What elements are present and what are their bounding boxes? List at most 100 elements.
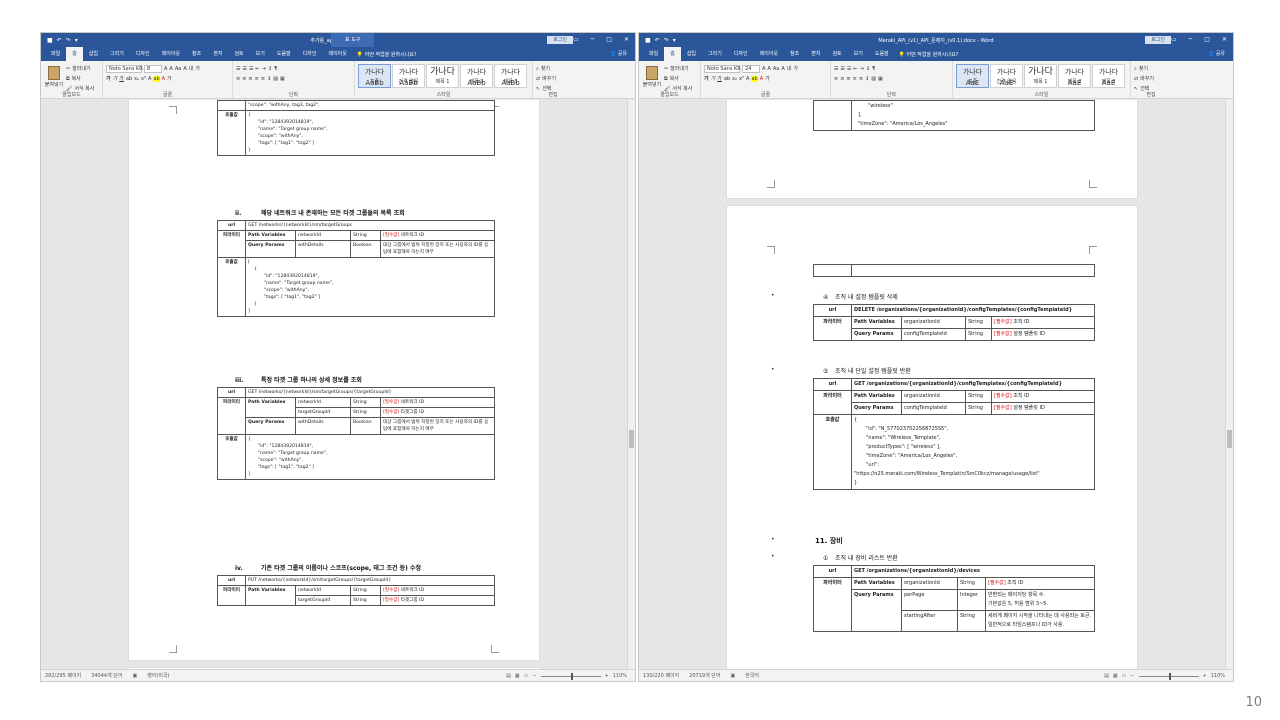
read-mode-icon[interactable]: ▤ <box>1104 670 1109 681</box>
sort-icon[interactable]: ↕ <box>866 66 870 72</box>
print-layout-icon[interactable]: ▦ <box>1113 670 1118 681</box>
strikethrough-icon[interactable]: ab <box>126 76 132 82</box>
maximize-icon[interactable]: □ <box>1204 33 1210 47</box>
shading-icon[interactable]: ▨ <box>871 76 876 82</box>
align-right-icon[interactable]: ≡ <box>846 76 850 82</box>
read-mode-icon[interactable]: ▤ <box>506 670 511 681</box>
minimize-icon[interactable]: ─ <box>591 33 595 47</box>
strikethrough-icon[interactable]: ab <box>724 76 730 82</box>
login-button[interactable]: 로그인 <box>547 36 573 44</box>
find-button[interactable]: 찾기 <box>541 65 550 72</box>
line-spacing-icon[interactable]: ↕ <box>267 76 271 82</box>
minimize-icon[interactable]: ─ <box>1189 33 1193 47</box>
highlight-icon[interactable]: ab <box>153 75 160 82</box>
tab-references[interactable]: 참조 <box>784 47 805 61</box>
clear-format-icon[interactable]: A <box>183 66 186 72</box>
shrink-font-icon[interactable]: A <box>767 66 770 72</box>
proofing-icon[interactable]: ▣ <box>730 673 735 679</box>
zoom-in-icon[interactable]: + <box>1203 670 1207 681</box>
justify-icon[interactable]: ≡ <box>853 76 857 82</box>
grow-font-icon[interactable]: A <box>164 66 167 72</box>
multilevel-list-icon[interactable]: ☰ <box>847 66 851 72</box>
style-heading-2[interactable]: 가나다AaE 제목 2 <box>1058 64 1091 88</box>
cut-button[interactable]: 잘라내기 <box>670 65 688 72</box>
tab-draw[interactable]: 그리기 <box>702 47 728 61</box>
line-spacing-icon[interactable]: ↕ <box>865 76 869 82</box>
font-name-box[interactable]: Noto Sans KR <box>106 64 143 73</box>
borders-icon[interactable]: ▦ <box>878 76 883 82</box>
tab-layout[interactable]: 레이아웃 <box>156 47 186 61</box>
borders-icon[interactable]: ▦ <box>280 76 285 82</box>
char-shading-icon[interactable]: 가 <box>765 75 770 82</box>
zoom-slider-knob[interactable] <box>570 672 573 680</box>
vertical-scrollbar[interactable] <box>627 100 635 669</box>
zoom-out-icon[interactable]: − <box>1130 670 1134 681</box>
italic-icon[interactable]: 가 <box>711 75 716 82</box>
zoom-slider[interactable] <box>1138 672 1199 680</box>
increase-indent-icon[interactable]: ⇥ <box>262 66 266 72</box>
maximize-icon[interactable]: □ <box>606 33 612 47</box>
tab-help[interactable]: 도움말 <box>271 47 297 61</box>
tab-mailings[interactable]: 편지 <box>207 47 228 61</box>
language-indicator[interactable]: 한국어 <box>745 672 759 679</box>
align-center-icon[interactable]: ≡ <box>242 76 246 82</box>
style-heading-1[interactable]: 가나다 제목 1 <box>1024 64 1057 88</box>
close-icon[interactable]: ✕ <box>1222 33 1227 47</box>
web-layout-icon[interactable]: ▭ <box>524 670 529 681</box>
ribbon-display-icon[interactable]: ▭ <box>573 33 579 47</box>
document-area[interactable]: "scope": "withAny, tag3, tag2", 호출값 { "i… <box>41 100 635 669</box>
zoom-out-icon[interactable]: − <box>532 670 536 681</box>
tab-insert[interactable]: 삽입 <box>681 47 702 61</box>
style-heading-1[interactable]: 가나다 제목 1 <box>426 64 459 88</box>
grow-font-icon[interactable]: A <box>762 66 765 72</box>
tab-references[interactable]: 참조 <box>186 47 207 61</box>
vertical-scrollbar[interactable] <box>1225 100 1233 669</box>
font-size-box[interactable]: 8 <box>144 64 162 73</box>
change-case-icon[interactable]: Aa <box>773 66 779 72</box>
text-effects-icon[interactable]: A <box>746 76 749 82</box>
page-count[interactable]: 130/220 페이지 <box>643 672 679 679</box>
tab-design[interactable]: 디자인 <box>130 47 156 61</box>
underline-icon[interactable]: 가 <box>717 75 722 82</box>
decrease-indent-icon[interactable]: ⇤ <box>255 66 259 72</box>
multilevel-list-icon[interactable]: ☰ <box>249 66 253 72</box>
bullets-icon[interactable]: ☰ <box>236 66 240 72</box>
phonetic-icon[interactable]: 내 <box>787 65 792 72</box>
tab-review[interactable]: 검토 <box>228 47 249 61</box>
show-marks-icon[interactable]: ¶ <box>274 66 277 72</box>
increase-indent-icon[interactable]: ⇥ <box>860 66 864 72</box>
login-button[interactable]: 로그인 <box>1145 36 1171 44</box>
scrollbar-thumb[interactable] <box>629 430 634 448</box>
char-shading-icon[interactable]: 가 <box>167 75 172 82</box>
font-name-box[interactable]: Noto Sans KR <box>704 64 741 73</box>
web-layout-icon[interactable]: ▭ <box>1122 670 1127 681</box>
justify-icon[interactable]: ≡ <box>255 76 259 82</box>
font-color-icon[interactable]: A <box>162 76 165 82</box>
change-case-icon[interactable]: Aa <box>175 66 181 72</box>
font-color-icon[interactable]: A <box>760 76 763 82</box>
align-center-icon[interactable]: ≡ <box>840 76 844 82</box>
align-left-icon[interactable]: ≡ <box>834 76 838 82</box>
tab-view[interactable]: 보기 <box>250 47 271 61</box>
ribbon-display-icon[interactable]: ▭ <box>1171 33 1177 47</box>
underline-icon[interactable]: 가 <box>119 75 124 82</box>
zoom-level[interactable]: 110% <box>613 670 627 681</box>
copy-button[interactable]: 복사 <box>670 75 679 82</box>
phonetic-icon[interactable]: 내 <box>189 65 194 72</box>
bold-icon[interactable]: 가 <box>106 75 111 82</box>
find-button[interactable]: 찾기 <box>1139 65 1148 72</box>
word-count[interactable]: 34044개 단어 <box>91 672 122 679</box>
italic-icon[interactable]: 가 <box>113 75 118 82</box>
tab-file[interactable]: 파일 <box>45 47 66 61</box>
scrollbar-thumb[interactable] <box>1227 430 1232 448</box>
style-heading-3[interactable]: 가나다AaE 제목 3 <box>1092 64 1125 88</box>
font-size-box[interactable]: 24 <box>742 64 760 73</box>
style-normal[interactable]: 가나다AaBb 표준 <box>358 64 391 88</box>
style-heading-2[interactable]: 가나다AaBb 제목 2 <box>460 64 493 88</box>
numbering-icon[interactable]: ☰ <box>242 66 246 72</box>
word-count[interactable]: 20719개 단어 <box>689 672 720 679</box>
tab-table-layout[interactable]: 레이아웃 <box>322 47 352 61</box>
tab-home[interactable]: 홈 <box>664 47 681 61</box>
tab-layout[interactable]: 레이아웃 <box>754 47 784 61</box>
tab-design[interactable]: 디자인 <box>728 47 754 61</box>
